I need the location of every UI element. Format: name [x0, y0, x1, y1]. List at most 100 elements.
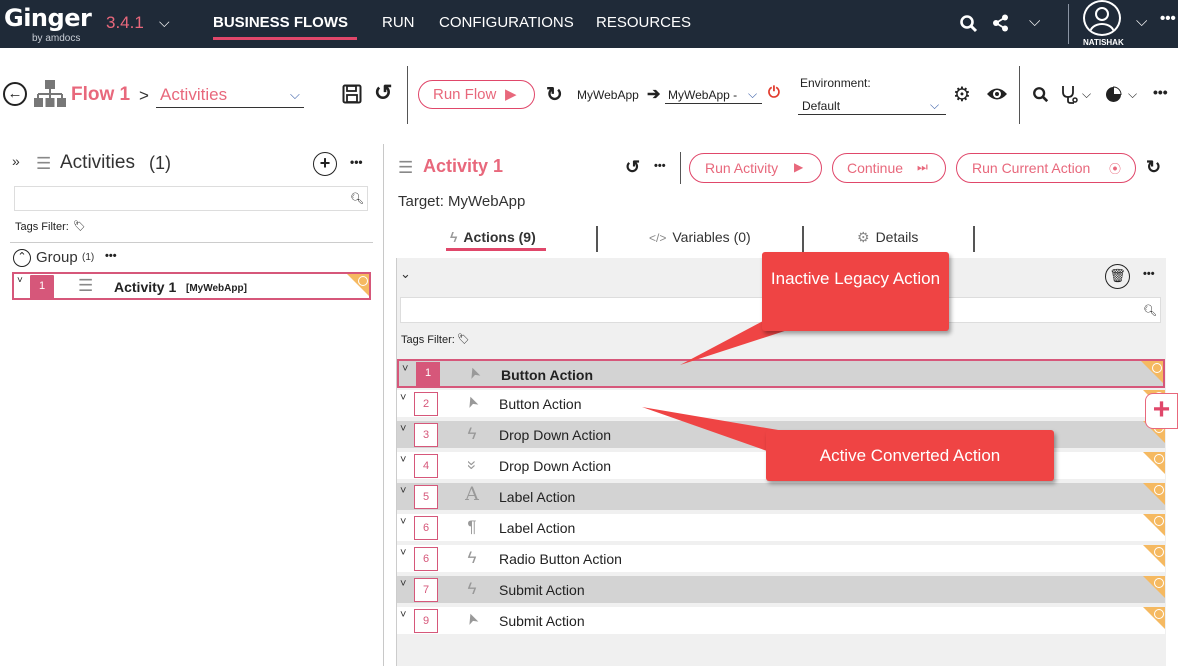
search-icon[interactable]	[959, 14, 978, 33]
arrow-right-icon: ➔	[647, 86, 661, 103]
refresh-icon[interactable]: ↻	[546, 82, 563, 107]
agent-chevron-down-icon[interactable]: ⌵	[748, 87, 757, 102]
app-version: 3.4.1	[106, 13, 144, 32]
run-activity-label: Run Activity	[705, 160, 779, 176]
action-row-chevron-icon[interactable]: ˅	[400, 423, 406, 435]
environment-chevron-down-icon[interactable]: ⌵	[930, 98, 939, 113]
action-number: 5	[414, 485, 438, 509]
activity-target: [MyWebApp]	[186, 283, 247, 294]
refresh-icon[interactable]: ↻	[1146, 157, 1161, 178]
group-name: Group	[36, 249, 78, 266]
add-action-button[interactable]: +	[1145, 393, 1178, 429]
nav-resources[interactable]: RESOURCES	[596, 14, 691, 31]
continue-button[interactable]: Continue ⏭	[832, 153, 946, 183]
agent-select[interactable]: MyWebApp -	[668, 88, 737, 102]
more-menu-icon[interactable]: •••	[1160, 10, 1176, 27]
action-row[interactable]: ˅ 9 ➤ Submit Action	[397, 607, 1165, 636]
activity-more-icon[interactable]: •••	[654, 160, 666, 172]
hamburger-icon: ☰	[78, 276, 94, 295]
delete-trash-icon[interactable]: 🗑︎	[1105, 264, 1130, 289]
group-collapse-icon[interactable]: ⌃	[13, 249, 31, 267]
run-flow-button[interactable]: Run Flow ▶	[418, 80, 535, 109]
share-icon[interactable]	[992, 14, 1010, 32]
more-menu-icon[interactable]: •••	[1153, 84, 1168, 100]
undo-icon[interactable]: ↺	[625, 157, 640, 178]
tag-icon[interactable]: 🏷︎	[73, 221, 86, 232]
user-chevron-down-icon[interactable]: ⌵	[1136, 13, 1147, 30]
tab-variables[interactable]: </> Variables (0)	[649, 229, 751, 245]
activity-row-chevron-icon[interactable]: ˅	[17, 275, 23, 286]
view-select[interactable]: Activities	[160, 85, 227, 105]
action-label: Submit Action	[499, 613, 585, 629]
agent-select-underline	[665, 103, 762, 104]
action-number: 4	[414, 454, 438, 478]
activity-title: Activity 1	[423, 156, 504, 176]
action-number: 9	[414, 609, 438, 633]
back-arrow-icon[interactable]: ←	[3, 82, 27, 106]
undo-icon[interactable]: ↺	[374, 80, 392, 106]
action-row-chevron-icon[interactable]: ˅	[400, 485, 406, 497]
save-icon[interactable]	[342, 84, 362, 104]
eye-icon[interactable]	[986, 86, 1008, 102]
action-label: Drop Down Action	[499, 458, 612, 474]
add-activity-button[interactable]: +	[313, 152, 337, 176]
tab-actions[interactable]: ϟ Actions (9)	[450, 229, 536, 245]
actions-more-icon[interactable]: •••	[1143, 268, 1155, 280]
tag-icon[interactable]: 🏷︎	[457, 334, 470, 345]
gear-icon[interactable]: ⚙	[953, 82, 971, 107]
toolbar-divider-2	[1019, 66, 1020, 124]
environment-label: Environment:	[800, 76, 871, 90]
view-select-chevron-down-icon[interactable]: ⌵	[290, 87, 300, 103]
action-row-chevron-icon[interactable]: ˅	[402, 363, 408, 375]
bolt-icon: ϟ	[467, 548, 477, 567]
action-row[interactable]: ˅ 6 ϟ Radio Button Action	[397, 545, 1165, 574]
flow-title: Flow 1	[71, 84, 131, 105]
environment-select-underline	[798, 114, 946, 115]
activity-row[interactable]: ˅ 1 ☰ Activity 1 [MyWebApp]	[12, 272, 371, 300]
pending-clock-icon	[1154, 547, 1164, 557]
tab-actions-label: Actions (9)	[463, 229, 536, 245]
view-select-underline	[156, 107, 304, 108]
version-chevron-down-icon[interactable]: ⌵	[159, 14, 170, 31]
pie-chart-chevron-down-icon[interactable]: ⌵	[1128, 87, 1137, 102]
power-icon[interactable]: ⏻	[768, 84, 780, 101]
flow-tree-icon	[34, 80, 66, 107]
action-row-chevron-icon[interactable]: ˅	[400, 547, 406, 559]
tab-separator	[802, 226, 804, 252]
avatar[interactable]	[1083, 0, 1121, 36]
tab-separator	[973, 226, 975, 252]
activities-more-icon[interactable]: •••	[350, 155, 363, 169]
nav-run[interactable]: RUN	[382, 14, 415, 31]
share-chevron-down-icon[interactable]: ⌵	[1029, 13, 1040, 30]
pie-chart-icon[interactable]	[1105, 86, 1122, 103]
pending-clock-icon	[1154, 454, 1164, 464]
stethoscope-chevron-down-icon[interactable]: ⌵	[1082, 87, 1091, 102]
action-row[interactable]: ˅ 2 ➤ Button Action	[397, 390, 1165, 419]
run-activity-button[interactable]: Run Activity ▶	[689, 153, 822, 183]
action-row-chevron-icon[interactable]: ˅	[400, 454, 406, 466]
activities-search-input[interactable]	[14, 186, 368, 211]
pilcrow-icon: ¶	[467, 517, 477, 536]
nav-business-flows[interactable]: BUSINESS FLOWS	[213, 14, 348, 31]
run-flow-label: Run Flow	[433, 86, 497, 103]
action-row[interactable]: ˅ 6 ¶ Label Action	[397, 514, 1165, 543]
action-row[interactable]: ˅ 7 ϟ Submit Action	[397, 576, 1165, 605]
action-row[interactable]: ˅ 1 ➤ Button Action	[397, 359, 1165, 388]
collapse-double-chevron-icon[interactable]: »	[12, 153, 20, 169]
collapse-all-chevron-icon[interactable]: ⌄	[400, 266, 411, 282]
username: NATISHAK	[1083, 38, 1124, 47]
search-icon[interactable]	[1032, 86, 1049, 103]
action-row-chevron-icon[interactable]: ˅	[400, 609, 406, 621]
nav-configurations[interactable]: CONFIGURATIONS	[439, 14, 574, 31]
nav-active-underline	[213, 37, 357, 40]
group-more-icon[interactable]: •••	[105, 250, 117, 262]
run-current-action-button[interactable]: Run Current Action ⦿	[956, 153, 1136, 183]
stethoscope-icon[interactable]	[1060, 84, 1078, 104]
environment-select[interactable]: Default	[802, 99, 840, 113]
pending-clock-icon	[1154, 516, 1164, 526]
action-row[interactable]: ˅ 5 A Label Action	[397, 483, 1165, 512]
action-row-chevron-icon[interactable]: ˅	[400, 392, 406, 404]
action-row-chevron-icon[interactable]: ˅	[400, 516, 406, 528]
action-row-chevron-icon[interactable]: ˅	[400, 578, 406, 590]
tab-details[interactable]: ⚙ Details	[857, 229, 918, 246]
